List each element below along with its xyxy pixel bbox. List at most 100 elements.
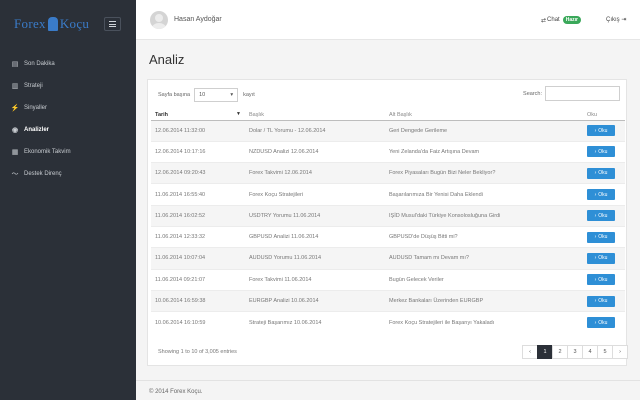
pagination: ‹ 1 2 3 4 5 › xyxy=(522,345,628,359)
pagination-page[interactable]: 5 xyxy=(597,345,613,359)
chevron-right-icon: › xyxy=(594,276,597,283)
chevron-right-icon: › xyxy=(594,319,597,326)
column-header-title[interactable]: Başlık xyxy=(245,110,385,121)
cell-subtitle: AUDUSD Tamam mı Devam mı? xyxy=(385,247,583,270)
table-row: 12.06.2014 10:17:16 NZDUSD Analizi 12.06.… xyxy=(151,140,625,163)
read-button-label: Oku xyxy=(598,319,608,326)
read-button[interactable]: › Oku xyxy=(587,231,615,243)
cell-date: 11.06.2014 09:21:07 xyxy=(151,268,245,291)
cell-subtitle: Geri Dengede Gerileme xyxy=(385,119,583,142)
table-row: 12.06.2014 11:32:00 Dolar / TL Yorumu - 1… xyxy=(151,119,625,142)
pagination-page[interactable]: 3 xyxy=(567,345,583,359)
hamburger-icon-line xyxy=(109,21,116,22)
cell-action: › Oku xyxy=(583,225,625,248)
cell-date: 10.06.2014 16:59:38 xyxy=(151,289,245,312)
cell-date: 10.06.2014 16:10:59 xyxy=(151,311,245,333)
menu-toggle-button[interactable] xyxy=(104,17,121,31)
read-button[interactable]: › Oku xyxy=(587,252,615,264)
cell-date: 11.06.2014 12:33:32 xyxy=(151,225,245,248)
cell-title: Forex Koçu Stratejileri xyxy=(245,183,385,206)
logout-link[interactable]: Çıkış ⇥ xyxy=(606,16,626,23)
cell-action: › Oku xyxy=(583,268,625,291)
cell-action: › Oku xyxy=(583,140,625,163)
table-row: 10.06.2014 16:10:59 Strateji Başarımız 10… xyxy=(151,311,625,333)
sidebar-menu: ▤ Son Dakika ▥ Strateji ⚡ Sinyaller ◉ Analizler… xyxy=(0,53,136,185)
sidebar-item-strateji[interactable]: ▥ Strateji xyxy=(0,75,136,97)
column-header-subtitle[interactable]: Alt Başlık xyxy=(385,110,583,121)
pagination-page[interactable]: 1 xyxy=(537,345,553,359)
table-row: 11.06.2014 10:07:04 AUDUSD Yorumu 11.06.2… xyxy=(151,247,625,270)
sort-desc-icon: ▼ xyxy=(236,111,241,117)
read-button[interactable]: › Oku xyxy=(587,125,615,137)
read-button[interactable]: › Oku xyxy=(587,295,615,307)
cell-action: › Oku xyxy=(583,119,625,142)
read-button[interactable]: › Oku xyxy=(587,189,615,201)
table-row: 11.06.2014 12:33:32 GBPUSD Analizi 11.06.… xyxy=(151,225,625,248)
analysis-panel: Sayfa başına 10 ▾ kayıt Search: Tarih ▼ B… xyxy=(147,79,628,366)
signal-icon: ⚡ xyxy=(10,105,20,112)
cell-action: › Oku xyxy=(583,183,625,206)
table-row: 12.06.2014 09:20:43 Forex Takvimi 12.06.2… xyxy=(151,162,625,184)
cell-subtitle: Forex Koçu Stratejileri ile Başarıyı Yak… xyxy=(385,311,583,333)
table-row: 11.06.2014 16:02:52 USDTRY Yorumu 11.06.2… xyxy=(151,204,625,227)
cell-date: 11.06.2014 16:02:52 xyxy=(151,204,245,227)
username[interactable]: Hasan Aydoğar xyxy=(174,16,222,23)
cell-action: › Oku xyxy=(583,311,625,333)
sidebar-item-sinyaller[interactable]: ⚡ Sinyaller xyxy=(0,97,136,119)
cell-title: Forex Takvimi 12.06.2014 xyxy=(245,162,385,184)
chevron-right-icon: › xyxy=(594,127,597,134)
cell-subtitle: GBPUSD'de Düşüş Bitti mi? xyxy=(385,225,583,248)
topbar: Hasan Aydoğar ⇄ Chat Hazır Çıkış ⇥ xyxy=(136,0,640,40)
cell-title: EURGBP Analizi 10.06.2014 xyxy=(245,289,385,312)
cell-date: 11.06.2014 10:07:04 xyxy=(151,247,245,270)
cell-subtitle: IŞİD Musul'daki Türkiye Konsolosluğuna G… xyxy=(385,204,583,227)
cell-subtitle: Başarılarımıza Bir Yenisi Daha Eklendi xyxy=(385,183,583,206)
cell-date: 12.06.2014 09:20:43 xyxy=(151,162,245,184)
chevron-right-icon: › xyxy=(594,212,597,219)
newspaper-icon: ▤ xyxy=(11,61,19,68)
pagination-page[interactable]: 4 xyxy=(582,345,598,359)
chevron-down-icon: ▾ xyxy=(230,92,234,98)
logo[interactable]: Forex Koçu xyxy=(14,16,89,32)
table-info: Showing 1 to 10 of 3,005 entries xyxy=(158,349,237,355)
sidebar-item-analizler[interactable]: ◉ Analizler xyxy=(0,119,136,141)
read-button[interactable]: › Oku xyxy=(587,167,615,179)
length-prefix: Sayfa başına xyxy=(158,92,191,98)
chevron-right-icon: › xyxy=(594,148,597,155)
status-badge: Hazır xyxy=(562,16,581,24)
read-button[interactable]: › Oku xyxy=(587,146,615,158)
column-header-date[interactable]: Tarih ▼ xyxy=(151,110,245,121)
sidebar-item-label: Strateji xyxy=(24,83,43,89)
analysis-table: Tarih ▼ Başlık Alt Başlık Oku 12.06.2014 … xyxy=(151,110,625,333)
eye-icon: ◉ xyxy=(11,127,19,134)
pagination-next[interactable]: › xyxy=(612,345,628,359)
table-header-row: Tarih ▼ Başlık Alt Başlık Oku xyxy=(151,110,625,121)
read-button-label: Oku xyxy=(598,276,608,283)
read-button[interactable]: › Oku xyxy=(587,274,615,286)
sidebar-item-destek-diren-[interactable]: 〜 Destek Direnç xyxy=(0,163,136,185)
cell-date: 12.06.2014 10:17:16 xyxy=(151,140,245,163)
read-button[interactable]: › Oku xyxy=(587,210,615,222)
sidebar-item-label: Ekonomik Takvim xyxy=(24,149,71,155)
read-button[interactable]: › Oku xyxy=(587,317,615,329)
cell-subtitle: Yeni Zelanda'da Faiz Artışına Devam xyxy=(385,140,583,163)
logo-text-forex: Forex xyxy=(14,16,46,31)
sidebar: Forex Koçu ▤ Son Dakika ▥ Strateji ⚡ Sinyalle… xyxy=(0,0,136,400)
sidebar-item-ekonomik-takvim[interactable]: ▦ Ekonomik Takvim xyxy=(0,141,136,163)
cell-action: › Oku xyxy=(583,289,625,312)
page-length-control: Sayfa başına 10 ▾ kayıt xyxy=(158,88,255,102)
hamburger-icon-line xyxy=(109,23,116,25)
cell-title: Forex Takvimi 11.06.2014 xyxy=(245,268,385,291)
read-button-label: Oku xyxy=(598,191,608,198)
table-row: 11.06.2014 09:21:07 Forex Takvimi 11.06.2… xyxy=(151,268,625,291)
sidebar-item-label: Sinyaller xyxy=(24,105,48,111)
pagination-prev[interactable]: ‹ xyxy=(522,345,538,359)
page-length-select[interactable]: 10 ▾ xyxy=(194,88,239,102)
avatar[interactable] xyxy=(150,11,168,29)
sidebar-item-son-dakika[interactable]: ▤ Son Dakika xyxy=(0,53,136,75)
hamburger-icon-line xyxy=(109,26,116,27)
chat-link[interactable]: ⇄ Chat Hazır xyxy=(541,16,581,24)
chevron-right-icon: › xyxy=(594,234,597,241)
pagination-page[interactable]: 2 xyxy=(552,345,568,359)
search-input[interactable] xyxy=(545,86,620,101)
